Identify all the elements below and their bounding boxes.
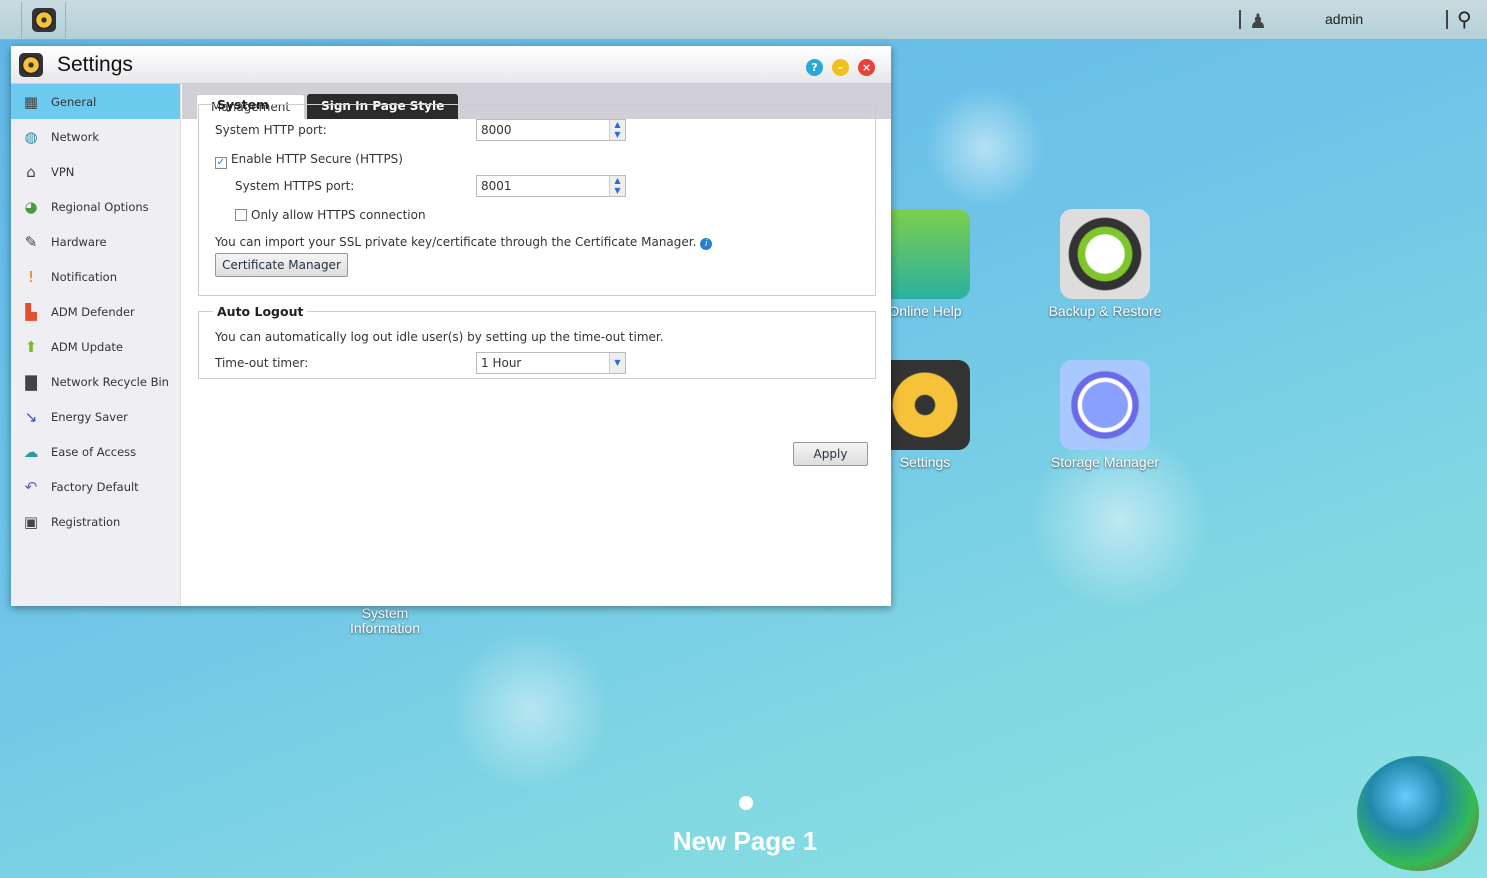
settings-icon [19, 52, 43, 77]
top-bar: ♟ admin ⚲ [0, 0, 1487, 40]
sidebar-item-registration[interactable]: ▣ Registration [11, 504, 180, 539]
trash-icon: ▇ [25, 372, 37, 391]
desktop-icon-storage-manager[interactable]: Storage Manager [1040, 360, 1170, 470]
undo-icon: ↶ [24, 477, 38, 496]
desktop-icon-backup-restore[interactable]: Backup & Restore [1040, 209, 1170, 319]
apply-button[interactable]: Apply [793, 442, 868, 466]
sidebar-item-label: Notification [51, 269, 117, 284]
ssl-info: You can import your SSL private key/cert… [215, 235, 713, 250]
sidebar-item-label: Factory Default [51, 479, 139, 494]
search-icon[interactable]: ⚲ [1457, 7, 1472, 31]
sidebar-item-label: VPN [51, 164, 75, 179]
cloud-icon: ☁ [23, 442, 39, 461]
settings-taskbar-button[interactable] [21, 2, 66, 38]
ssl-text: You can import your SSL private key/cert… [215, 235, 697, 249]
divider [1239, 10, 1241, 29]
http-port-value: 8000 [481, 123, 512, 137]
sidebar-item-hardware[interactable]: ✎ Hardware [11, 224, 180, 259]
sidebar-item-label: Network [51, 129, 100, 144]
sidebar-item-label: ADM Defender [51, 304, 135, 319]
https-enable-checkbox[interactable]: ✓ Enable HTTP Secure (HTTPS) [215, 152, 403, 169]
sidebar-item-label: Network Recycle Bin [51, 374, 169, 389]
http-port-label: System HTTP port: [215, 123, 327, 137]
auto-logout-section: Auto Logout You can automatically log ou… [198, 304, 876, 379]
register-icon: ▣ [23, 512, 39, 531]
sidebar-item-label: Energy Saver [51, 409, 128, 424]
checkbox-label: Only allow HTTPS connection [251, 208, 426, 222]
icon-label: Settings [899, 454, 951, 470]
https-port-input[interactable]: 8001 ▲ ▼ [476, 175, 626, 197]
sidebar-item-adm-defender[interactable]: ▙ ADM Defender [11, 294, 180, 329]
checkbox-unchecked-icon[interactable] [235, 209, 247, 221]
minimize-icon[interactable]: – [832, 59, 849, 76]
wrench-icon: ✎ [24, 232, 38, 251]
chevron-down-icon[interactable]: ▼ [609, 353, 625, 373]
arrow-up-icon: ⬆ [24, 337, 38, 356]
sidebar-item-label: Ease of Access [51, 444, 137, 459]
sidebar-item-factory-default[interactable]: ↶ Factory Default [11, 469, 180, 504]
https-port-label: System HTTPS port: [235, 179, 355, 193]
close-icon[interactable]: × [858, 59, 875, 76]
auto-logout-desc: You can automatically log out idle user(… [215, 330, 664, 344]
sidebar-item-adm-update[interactable]: ⬆ ADM Update [11, 329, 180, 364]
timer-label: Time-out timer: [215, 356, 309, 370]
desktop-icon-online-help[interactable]: Online Help [880, 209, 970, 319]
sidebar-item-vpn[interactable]: ⌂ VPN [11, 154, 180, 189]
sidebar-item-energy-saver[interactable]: ↘ Energy Saver [11, 399, 180, 434]
certificate-manager-button[interactable]: Certificate Manager [215, 253, 348, 277]
checkbox-checked-icon[interactable]: ✓ [215, 157, 227, 169]
desktop-icon-system-information[interactable]: System Information [340, 606, 430, 636]
https-port-value: 8001 [481, 179, 512, 193]
icon-label: System Information [349, 605, 421, 636]
timeout-value: 1 Hour [481, 356, 522, 370]
user-icon[interactable]: ♟ [1249, 9, 1267, 33]
settings-window: Settings ? – × ▦ General ◍ Network ⌂ VPN ◕ Regi… [11, 46, 891, 606]
checkbox-label: Enable HTTP Secure (HTTPS) [231, 152, 403, 166]
firewall-icon: ▙ [25, 302, 37, 321]
settings-icon [31, 8, 56, 32]
icon-label: Backup & Restore [1048, 303, 1162, 319]
sidebar-item-network[interactable]: ◍ Network [11, 119, 180, 154]
sidebar-item-notification[interactable]: ! Notification [11, 259, 180, 294]
nas-icon: ▦ [23, 92, 39, 111]
desktop-icon-settings[interactable]: Settings [880, 360, 970, 470]
kc-logo [1357, 756, 1479, 871]
username[interactable]: admin [1325, 11, 1363, 27]
sidebar-item-label: Registration [51, 514, 121, 529]
globe-icon: ◍ [24, 127, 38, 146]
icon-label: Storage Manager [1050, 454, 1160, 470]
page-label: New Page 1 [672, 826, 818, 856]
help-icon[interactable]: ? [806, 59, 823, 76]
region-icon: ◕ [24, 197, 38, 216]
main-panel: Management Sign In Page Style System Sys… [182, 84, 891, 606]
energy-icon: ↘ [24, 407, 38, 426]
sidebar-item-label: General [51, 94, 97, 109]
info-icon[interactable]: i [700, 238, 713, 250]
sidebar-item-label: Regional Options [51, 199, 149, 214]
sidebar-item-network-recycle-bin[interactable]: ▇ Network Recycle Bin [11, 364, 180, 399]
section-title: Auto Logout [217, 304, 304, 319]
section-title: System [217, 97, 270, 112]
alert-icon: ! [27, 267, 34, 286]
only-https-checkbox[interactable]: Only allow HTTPS connection [235, 208, 426, 222]
http-port-input[interactable]: 8000 ▲ ▼ [476, 119, 626, 141]
spinner-icon[interactable]: ▲ ▼ [609, 120, 625, 140]
divider [1446, 10, 1448, 29]
spinner-icon[interactable]: ▲ ▼ [609, 176, 625, 196]
window-title: Settings [57, 52, 133, 76]
icon-label: Online Help [888, 303, 962, 319]
house-icon: ⌂ [26, 162, 36, 181]
sidebar-item-general[interactable]: ▦ General [11, 84, 180, 119]
sidebar-item-ease-of-access[interactable]: ☁ Ease of Access [11, 434, 180, 469]
timeout-select[interactable]: 1 Hour ▼ [476, 352, 626, 374]
system-section: System System HTTP port: 8000 ▲ ▼ ✓ Enable … [198, 97, 876, 296]
sidebar-item-label: Hardware [51, 234, 107, 249]
sidebar: ▦ General ◍ Network ⌂ VPN ◕ Regional Options ✎ Ha… [11, 84, 181, 606]
window-titlebar[interactable]: Settings ? – × [11, 46, 891, 84]
page-indicator-dot[interactable] [739, 796, 753, 810]
sidebar-item-label: ADM Update [51, 339, 123, 354]
sidebar-item-regional-options[interactable]: ◕ Regional Options [11, 189, 180, 224]
